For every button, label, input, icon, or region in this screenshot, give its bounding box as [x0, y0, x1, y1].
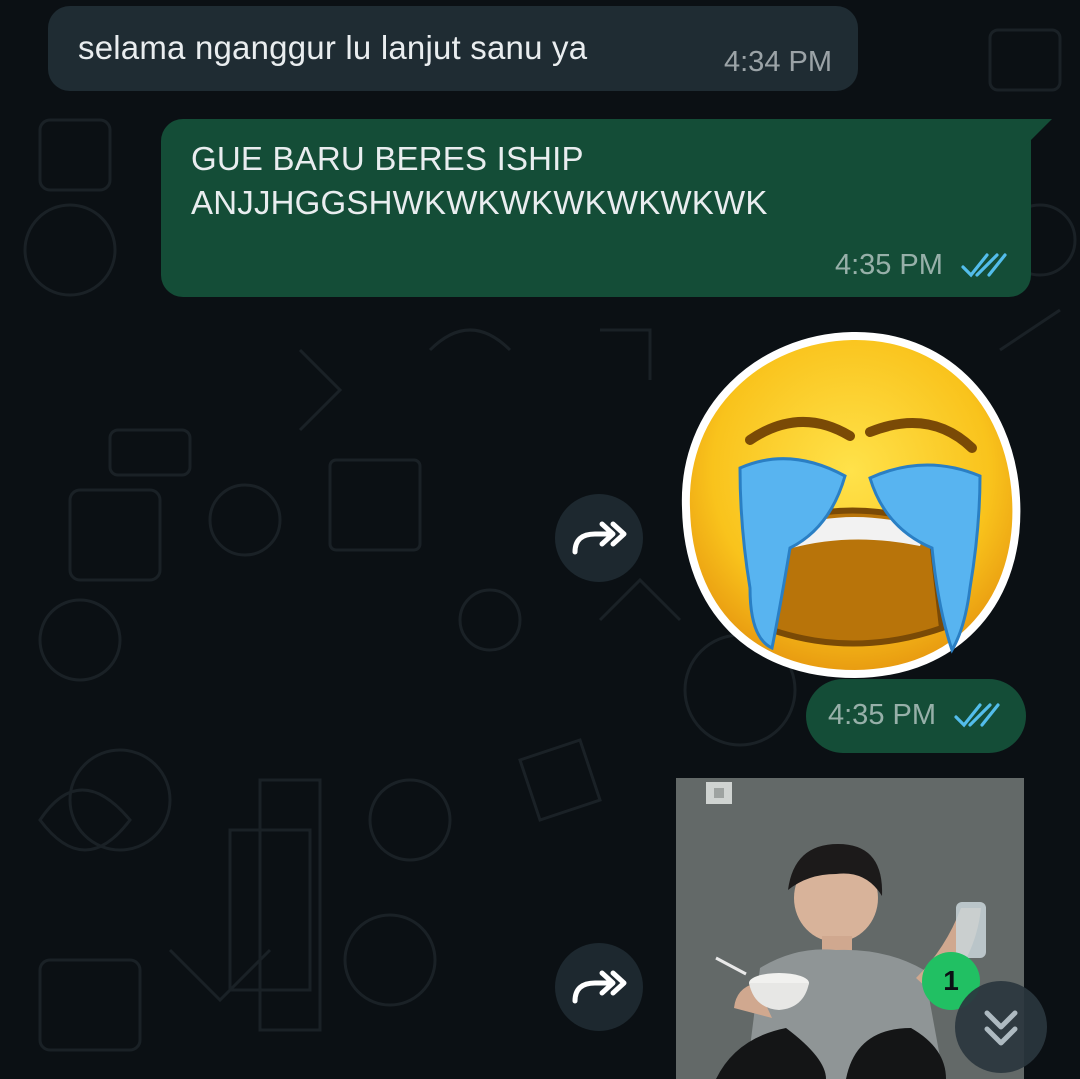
loudly-crying-face-sticker[interactable]: [680, 328, 1025, 678]
message-timestamp: 4:35 PM: [834, 249, 943, 281]
incoming-message-bubble[interactable]: selama nganggur lu lanjut sanu ya 4:34 P…: [48, 6, 858, 91]
message-timestamp: 4:34 PM: [724, 46, 832, 78]
message-text-line: GUE BARU BERES ISHIP: [191, 140, 584, 177]
sticker-timestamp-bubble: 4:35 PM: [806, 679, 1026, 753]
forward-icon: [572, 970, 627, 1004]
chat-area[interactable]: selama nganggur lu lanjut sanu ya 4:34 P…: [0, 0, 1080, 1079]
outgoing-message-bubble[interactable]: GUE BARU BERES ISHIP ANJJHGGSHWKWKWKWKWK…: [161, 119, 1031, 297]
message-text-line: ANJJHGGSHWKWKWKWKWKWKWK: [191, 184, 768, 221]
message-text: GUE BARU BERES ISHIP ANJJHGGSHWKWKWKWKWK…: [191, 137, 768, 225]
scroll-to-bottom-button[interactable]: [955, 981, 1047, 1073]
double-check-icon: [954, 703, 1000, 728]
forward-button[interactable]: [555, 943, 643, 1031]
message-timestamp-row: 4:35 PM: [828, 699, 1000, 732]
forward-button[interactable]: [555, 494, 643, 582]
message-text: selama nganggur lu lanjut sanu ya: [78, 29, 588, 66]
double-check-icon: [961, 253, 1007, 278]
bubble-tail: [1026, 119, 1052, 145]
message-timestamp-row: 4:35 PM: [835, 249, 1007, 282]
forward-icon: [572, 521, 627, 555]
message-timestamp: 4:35 PM: [828, 699, 936, 731]
double-chevron-down-icon: [984, 1010, 1018, 1046]
